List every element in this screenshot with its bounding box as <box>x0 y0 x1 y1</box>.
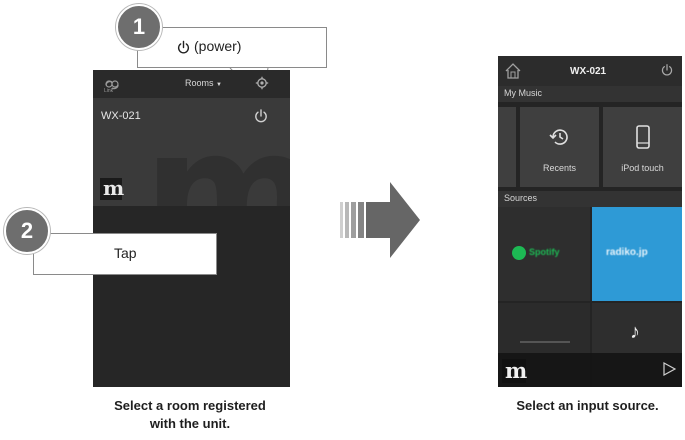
home-icon[interactable] <box>504 62 522 80</box>
play-icon[interactable] <box>662 362 676 376</box>
radiko-source-tile[interactable]: radiko.jp <box>592 207 682 301</box>
power-icon <box>177 40 190 54</box>
spotify-logo-icon <box>512 246 526 260</box>
now-playing-bar[interactable]: m <box>498 353 682 387</box>
top-bar: WX-021 <box>498 56 682 86</box>
link-label: Link <box>104 88 114 94</box>
thumbnail-letter: m <box>505 358 528 383</box>
thumbnail-letter: m <box>103 176 125 200</box>
chevron-down-icon: ▼ <box>216 82 222 88</box>
left-phone-screen: Link Rooms ▼ m WX-021 m <box>93 70 290 387</box>
right-caption: Select an input source. <box>516 398 659 413</box>
left-caption-line-2: with the unit. <box>149 416 231 431</box>
room-thumbnail: m <box>100 176 125 200</box>
source-tile-3-logo <box>520 341 570 343</box>
step-2-badge: 2 <box>4 208 50 254</box>
spotify-label: Spotify <box>529 247 560 257</box>
now-playing-thumbnail: m <box>502 358 528 383</box>
rooms-dropdown[interactable]: Rooms ▼ <box>185 78 222 88</box>
my-music-header: My Music <box>498 86 682 102</box>
ipod-touch-label: iPod touch <box>621 163 664 173</box>
room-name: WX-021 <box>101 110 141 122</box>
my-music-label: My Music <box>504 88 542 98</box>
radiko-label: radiko.jp <box>606 247 648 258</box>
callout-tap: Tap <box>33 233 217 275</box>
device-title: WX-021 <box>570 66 607 77</box>
ipod-touch-tile[interactable]: iPod touch <box>603 107 682 187</box>
left-caption: Select a room registered with the unit. <box>80 397 300 433</box>
power-icon[interactable] <box>660 63 674 77</box>
spotify-source-tile[interactable]: Spotify <box>498 207 590 301</box>
rooms-label: Rooms <box>185 78 214 88</box>
room-card[interactable]: m WX-021 m <box>93 98 290 206</box>
callout-power: (power) <box>137 27 327 68</box>
history-icon <box>549 129 568 145</box>
my-music-tile-partial[interactable] <box>498 107 516 187</box>
callout-tap-text: Tap <box>114 245 137 261</box>
arrow-right-icon <box>340 182 420 258</box>
top-bar: Link Rooms ▼ <box>93 70 290 98</box>
recents-label: Recents <box>542 163 577 173</box>
music-note-icon: ♪ <box>630 321 640 343</box>
step-1-badge: 1 <box>116 4 162 50</box>
sources-header: Sources <box>498 191 682 207</box>
gear-icon[interactable] <box>255 76 269 90</box>
right-phone-screen: WX-021 My Music Recents iPod touch Sourc… <box>498 56 682 387</box>
callout-power-text: (power) <box>194 38 242 54</box>
power-icon[interactable] <box>253 108 269 124</box>
recents-tile[interactable]: Recents <box>520 107 599 187</box>
sources-label: Sources <box>504 193 538 203</box>
ipod-icon <box>636 125 650 149</box>
left-caption-line-1: Select a room registered <box>114 398 266 413</box>
